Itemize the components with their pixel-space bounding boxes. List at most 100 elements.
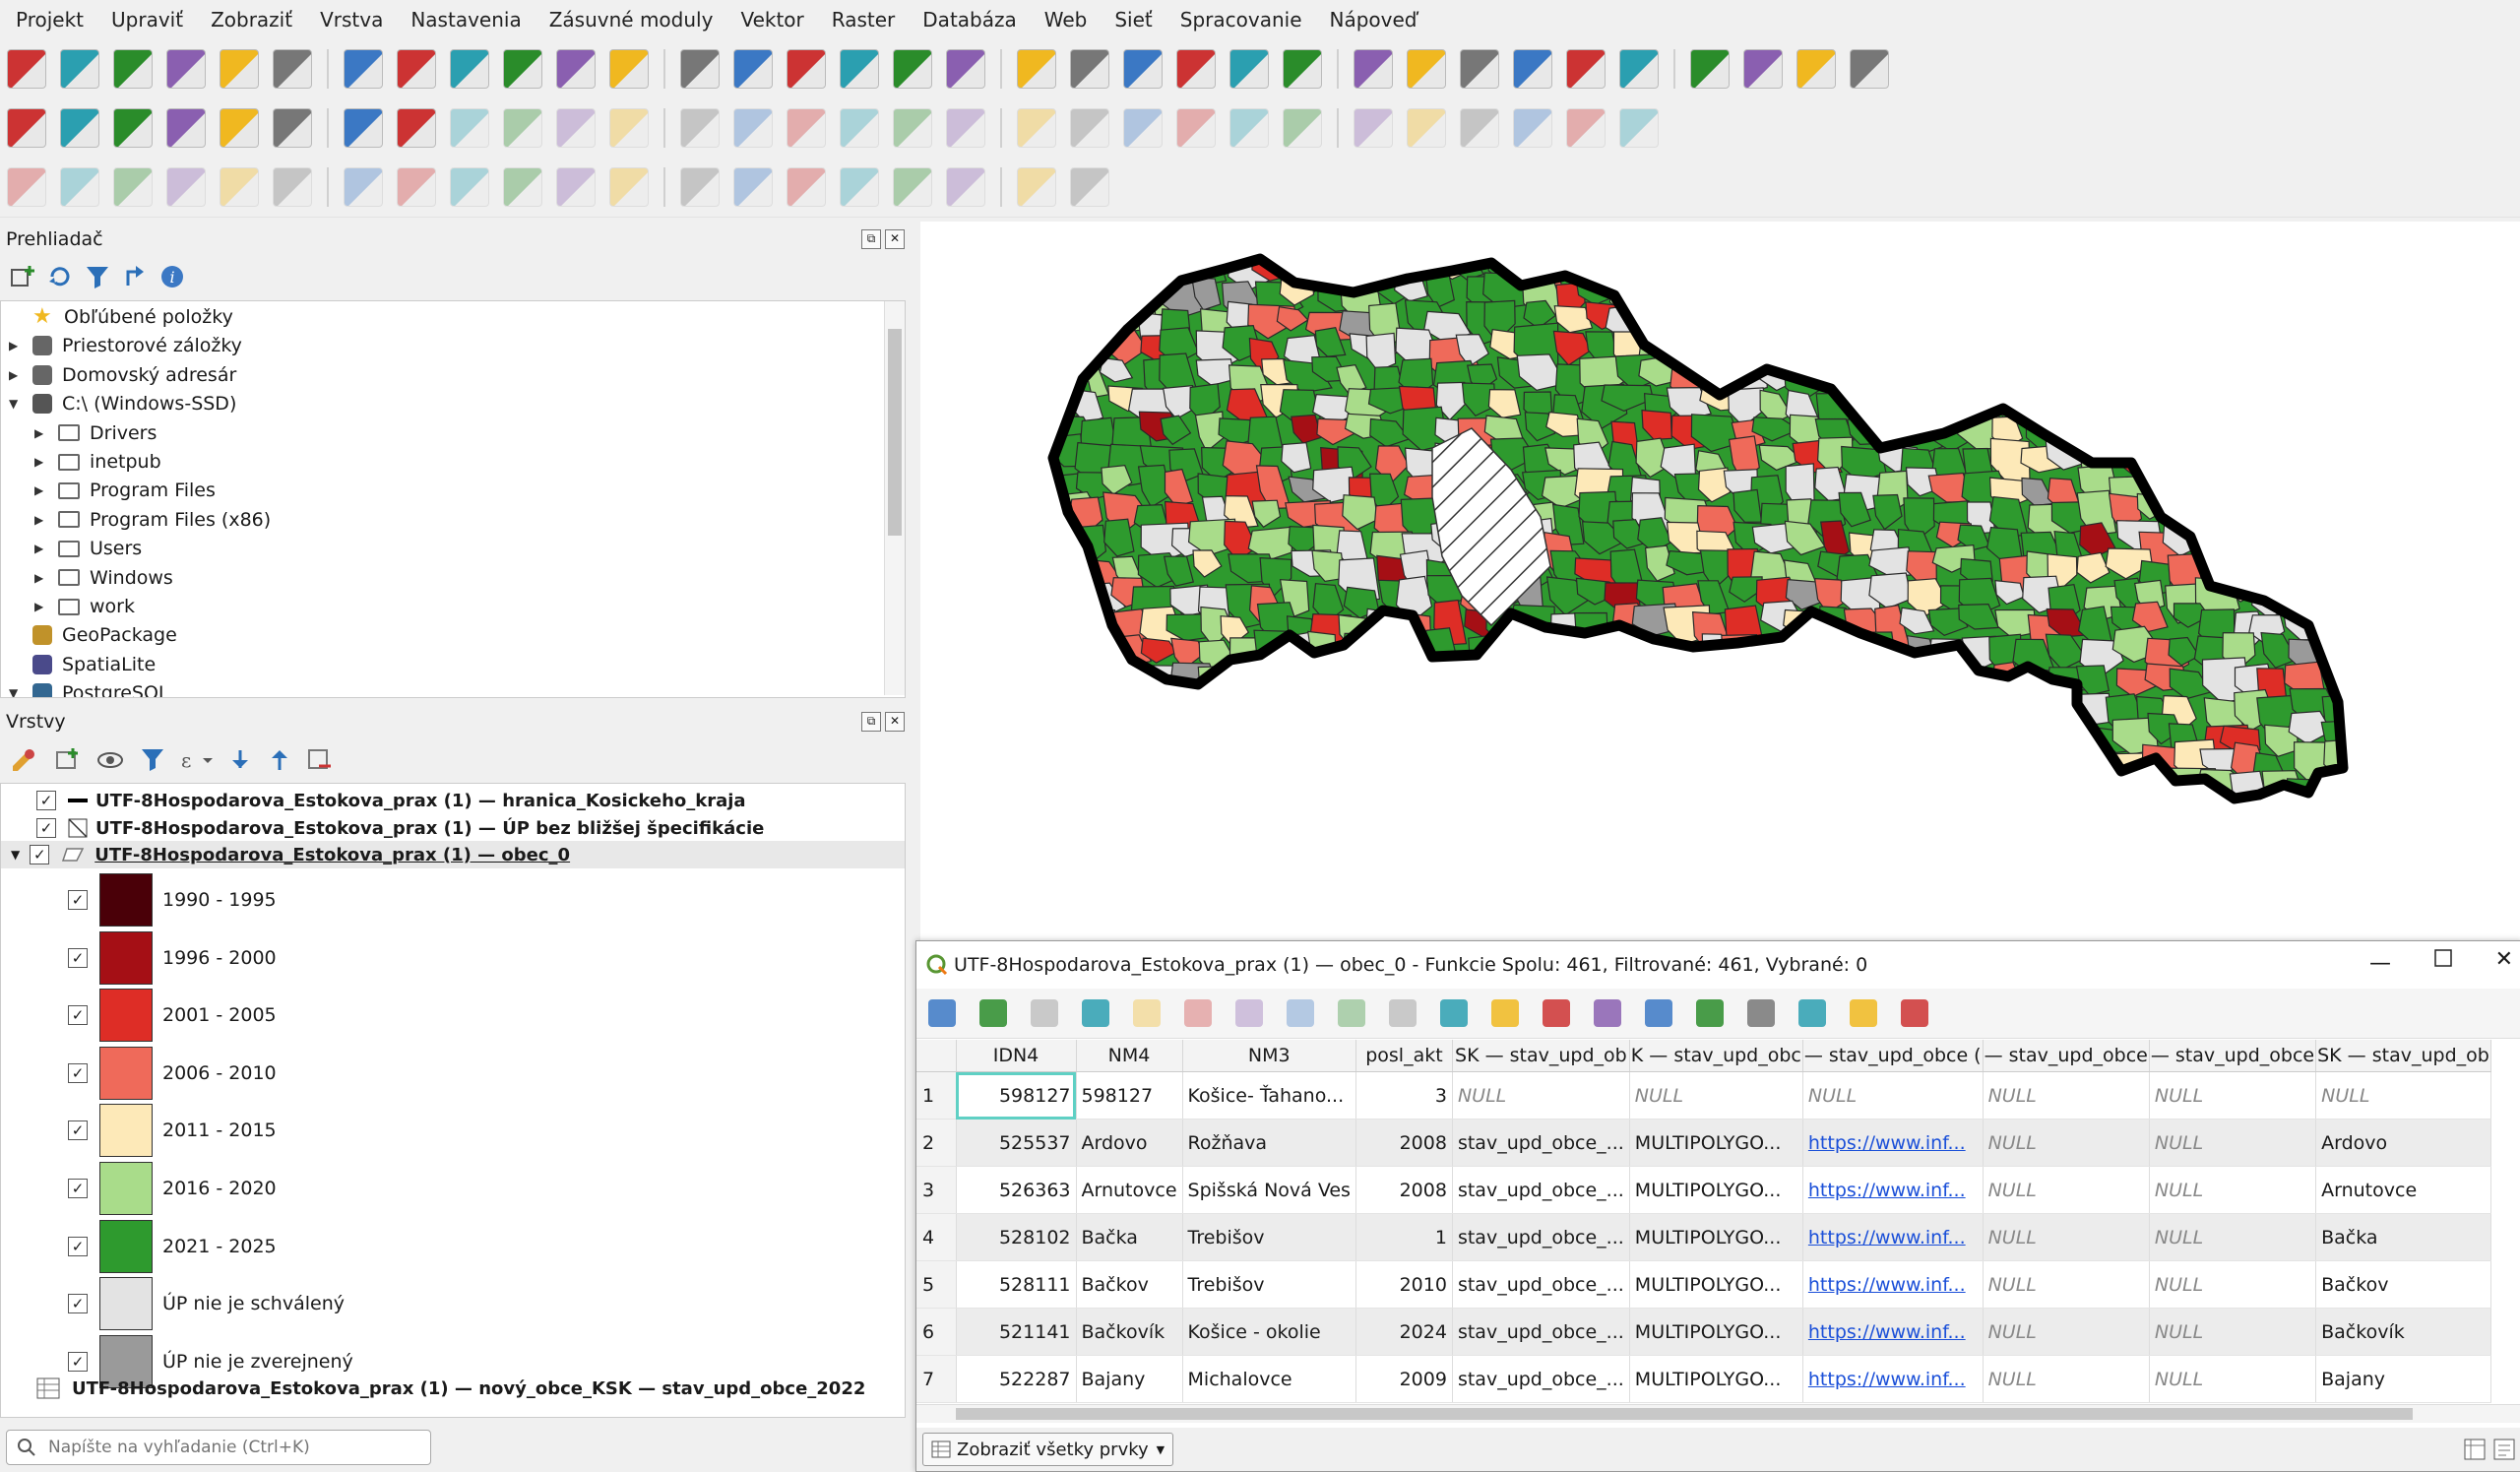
legend-class-row[interactable]: ✓ 1990 - 1995 xyxy=(68,872,277,928)
municipality-polygon[interactable] xyxy=(1963,750,2007,793)
municipality-polygon[interactable] xyxy=(2192,492,2240,521)
region-map[interactable] xyxy=(920,222,2520,940)
menu-item-4[interactable]: Nastavenia xyxy=(397,8,535,32)
main-tool-25-icon[interactable] xyxy=(1407,49,1446,89)
municipality-polygon[interactable] xyxy=(2165,441,2195,479)
municipality-polygon[interactable] xyxy=(1813,737,1849,769)
municipality-polygon[interactable] xyxy=(2193,422,2243,467)
municipality-polygon[interactable] xyxy=(1836,741,1869,775)
municipality-polygon[interactable] xyxy=(2347,800,2392,842)
municipality-polygon[interactable] xyxy=(1394,800,1430,827)
browser-item[interactable]: ▼ C:\ (Windows-SSD) xyxy=(9,390,236,417)
maximize-icon[interactable] xyxy=(2434,949,2452,972)
municipality-polygon[interactable] xyxy=(1484,767,1535,809)
municipality-polygon[interactable] xyxy=(1960,806,1995,838)
table-cell[interactable]: Arnutovce xyxy=(2315,1166,2491,1214)
municipality-polygon[interactable] xyxy=(1985,696,2029,735)
municipality-polygon[interactable] xyxy=(1723,803,1765,843)
municipality-polygon[interactable] xyxy=(2351,243,2398,284)
main-tool-6-icon[interactable] xyxy=(344,49,383,89)
municipality-polygon[interactable] xyxy=(1898,737,1951,768)
municipality-polygon[interactable] xyxy=(1248,717,1281,753)
expand-arrow-icon[interactable]: ▶ xyxy=(34,455,48,469)
municipality-polygon[interactable] xyxy=(2340,519,2373,560)
municipality-polygon[interactable] xyxy=(1574,670,1607,706)
municipality-polygon[interactable] xyxy=(1632,255,1684,291)
menu-item-8[interactable]: Databáza xyxy=(909,8,1030,32)
main-tool-31-icon[interactable] xyxy=(1743,49,1783,89)
municipality-polygon[interactable] xyxy=(2282,250,2327,275)
table-cell[interactable]: https://www.inf... xyxy=(1802,1260,1984,1309)
menu-item-11[interactable]: Spracovanie xyxy=(1166,8,1316,32)
municipality-polygon[interactable] xyxy=(2345,301,2374,334)
legend-class-row[interactable]: ✓ 2016 - 2020 xyxy=(68,1161,277,1216)
municipality-polygon[interactable] xyxy=(2022,689,2072,735)
attr-tool-17-icon[interactable] xyxy=(1798,999,1826,1027)
municipality-polygon[interactable] xyxy=(1928,301,1961,344)
digitize-tool-2-icon[interactable] xyxy=(113,167,153,207)
municipality-polygon[interactable] xyxy=(1988,283,2034,310)
municipality-polygon[interactable] xyxy=(1431,725,1467,752)
municipality-polygon[interactable] xyxy=(1460,659,1493,696)
table-cell[interactable]: NULL xyxy=(1802,1071,1984,1120)
table-cell[interactable]: 598127 xyxy=(1076,1071,1183,1120)
digitize-tool-19-icon[interactable] xyxy=(1070,167,1109,207)
browser-item[interactable]: ▶ inetpub xyxy=(34,448,161,476)
attr-tool-0-icon[interactable] xyxy=(928,999,956,1027)
municipality-polygon[interactable] xyxy=(2253,501,2287,533)
municipality-polygon[interactable] xyxy=(1230,780,1274,824)
attr-tool-10-icon[interactable] xyxy=(1440,999,1468,1027)
legend-class-checkbox[interactable]: ✓ xyxy=(68,1120,88,1141)
table-cell[interactable]: Bajany xyxy=(2315,1355,2491,1403)
municipality-polygon[interactable] xyxy=(1255,740,1289,770)
table-row[interactable]: 2 525537 Ardovo Rožňava 2008 stav_upd_obce_..… xyxy=(916,1119,2491,1167)
municipality-polygon[interactable] xyxy=(1082,797,1121,828)
municipality-polygon[interactable] xyxy=(2139,270,2171,315)
municipality-polygon[interactable] xyxy=(1723,765,1759,799)
menu-item-9[interactable]: Web xyxy=(1031,8,1102,32)
table-cell[interactable]: NULL xyxy=(1983,1119,2150,1167)
main-tool-30-icon[interactable] xyxy=(1690,49,1730,89)
municipality-polygon[interactable] xyxy=(2315,604,2346,644)
attr-tool-1-icon[interactable] xyxy=(979,999,1007,1027)
column-header[interactable]: — stav_upd_obce ( xyxy=(1802,1040,1984,1072)
municipality-polygon[interactable] xyxy=(1407,657,1438,694)
edit-tool-24-icon[interactable] xyxy=(1354,108,1393,148)
municipality-polygon[interactable] xyxy=(1578,739,1625,780)
municipality-polygon[interactable] xyxy=(1996,719,2046,759)
layer-visibility-checkbox[interactable]: ✓ xyxy=(36,818,56,838)
table-cell[interactable]: stav_upd_obce_... xyxy=(1452,1308,1630,1356)
table-row[interactable]: 6 521141 Bačkovík Košice - okolie 2024 stav_u… xyxy=(916,1308,2491,1356)
municipality-polygon[interactable] xyxy=(1600,746,1652,791)
municipality-polygon[interactable] xyxy=(2283,550,2318,595)
municipality-polygon[interactable] xyxy=(2085,255,2137,295)
expand-arrow-icon[interactable]: ▼ xyxy=(9,686,23,697)
expand-arrow-icon[interactable]: ▼ xyxy=(9,397,23,411)
edit-tool-26-icon[interactable] xyxy=(1460,108,1499,148)
municipality-polygon[interactable] xyxy=(1546,742,1591,784)
municipality-polygon[interactable] xyxy=(1866,381,1917,410)
municipality-polygon[interactable] xyxy=(1696,717,1733,757)
municipality-polygon[interactable] xyxy=(1316,694,1353,726)
layers-tree[interactable]: ✓ UTF-8Hospodarova_Estokova_prax (1) — h… xyxy=(0,783,906,1418)
legend-class-checkbox[interactable]: ✓ xyxy=(68,1294,88,1314)
municipality-polygon[interactable] xyxy=(1427,684,1477,730)
municipality-polygon[interactable] xyxy=(2143,411,2174,437)
municipality-polygon[interactable] xyxy=(2224,413,2257,448)
municipality-polygon[interactable] xyxy=(2227,301,2258,336)
edit-tool-20-icon[interactable] xyxy=(1123,108,1163,148)
municipality-polygon[interactable] xyxy=(1134,774,1184,812)
municipality-polygon[interactable] xyxy=(1368,806,1406,839)
table-cell[interactable]: NULL xyxy=(1452,1071,1630,1120)
municipality-polygon[interactable] xyxy=(1079,718,1116,762)
municipality-polygon[interactable] xyxy=(1727,308,1780,349)
attr-tool-19-icon[interactable] xyxy=(1901,999,1928,1027)
municipality-polygon[interactable] xyxy=(1992,242,2031,271)
form-view-icon[interactable] xyxy=(2493,1439,2515,1460)
municipality-polygon[interactable] xyxy=(2014,328,2048,364)
municipality-polygon[interactable] xyxy=(1285,744,1321,782)
municipality-polygon[interactable] xyxy=(1935,379,1987,415)
municipality-polygon[interactable] xyxy=(2341,410,2373,447)
main-tool-15-icon[interactable] xyxy=(840,49,879,89)
main-tool-8-icon[interactable] xyxy=(450,49,489,89)
